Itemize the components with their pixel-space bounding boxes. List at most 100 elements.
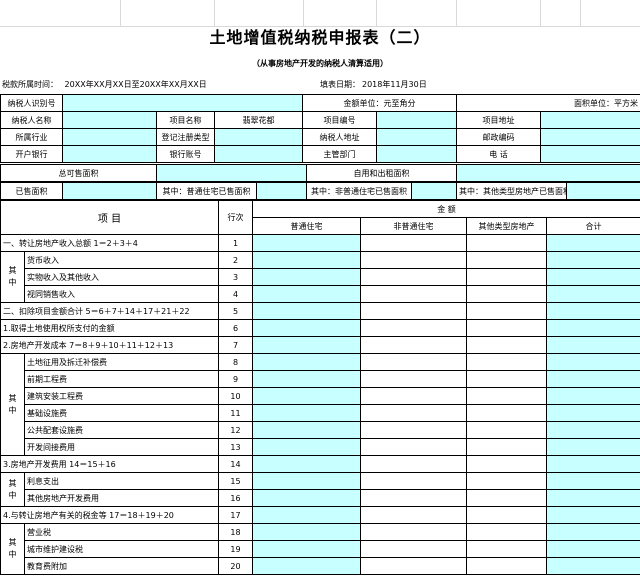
bank-input[interactable] <box>62 145 157 163</box>
total-amount-cell[interactable] <box>545 523 640 541</box>
ordinary-amount-cell[interactable] <box>252 489 361 507</box>
phone-input[interactable] <box>540 145 640 163</box>
non-ordinary-amount-cell[interactable] <box>360 438 467 456</box>
non-ordinary-amount-cell[interactable] <box>360 404 467 422</box>
total-amount-cell[interactable] <box>545 506 640 524</box>
other-amount-cell[interactable] <box>466 421 547 439</box>
non-ordinary-amount-cell[interactable] <box>360 251 467 269</box>
other-amount-cell[interactable] <box>466 285 547 303</box>
ordinary-amount-cell[interactable] <box>252 336 361 354</box>
total-amount-cell[interactable] <box>545 540 640 558</box>
non-ordinary-amount-cell[interactable] <box>360 455 467 473</box>
total-amount-cell[interactable] <box>545 319 640 337</box>
project-no-input[interactable] <box>376 111 458 129</box>
other-amount-cell[interactable] <box>466 540 547 558</box>
other-amount-cell[interactable] <box>466 353 547 371</box>
ordinary-sold-input[interactable] <box>256 182 307 200</box>
total-amount-cell[interactable] <box>545 455 640 473</box>
ordinary-amount-cell[interactable] <box>252 455 361 473</box>
ordinary-amount-cell[interactable] <box>252 557 361 575</box>
non-ordinary-amount-cell[interactable] <box>360 319 467 337</box>
non-ordinary-amount-cell[interactable] <box>360 234 467 252</box>
ordinary-amount-cell[interactable] <box>252 506 361 524</box>
period-value[interactable]: 20XX年XX月XX日至20XX年XX月XX日 <box>65 80 207 89</box>
total-amount-cell[interactable] <box>545 285 640 303</box>
non-ordinary-amount-cell[interactable] <box>360 540 467 558</box>
non-ordinary-amount-cell[interactable] <box>360 506 467 524</box>
total-amount-cell[interactable] <box>545 336 640 354</box>
non-ordinary-amount-cell[interactable] <box>360 353 467 371</box>
non-ordinary-sold-input[interactable] <box>411 182 457 200</box>
non-ordinary-amount-cell[interactable] <box>360 557 467 575</box>
other-amount-cell[interactable] <box>466 336 547 354</box>
total-amount-cell[interactable] <box>545 421 640 439</box>
self-used-area-input[interactable] <box>456 164 640 182</box>
total-amount-cell[interactable] <box>545 472 640 490</box>
ordinary-amount-cell[interactable] <box>252 404 361 422</box>
fill-date-value[interactable]: 2018年11月30日 <box>362 79 427 90</box>
other-amount-cell[interactable] <box>466 404 547 422</box>
account-input[interactable] <box>213 145 304 163</box>
non-ordinary-amount-cell[interactable] <box>360 387 467 405</box>
total-amount-cell[interactable] <box>545 438 640 456</box>
total-amount-cell[interactable] <box>545 302 640 320</box>
total-amount-cell[interactable] <box>545 404 640 422</box>
project-name-value[interactable]: 翡翠花都 <box>213 111 304 129</box>
department-input[interactable] <box>376 145 458 163</box>
other-amount-cell[interactable] <box>466 523 547 541</box>
other-amount-cell[interactable] <box>466 370 547 388</box>
other-amount-cell[interactable] <box>466 251 547 269</box>
non-ordinary-amount-cell[interactable] <box>360 370 467 388</box>
ordinary-amount-cell[interactable] <box>252 353 361 371</box>
ordinary-amount-cell[interactable] <box>252 319 361 337</box>
non-ordinary-amount-cell[interactable] <box>360 268 467 286</box>
non-ordinary-amount-cell[interactable] <box>360 523 467 541</box>
ordinary-amount-cell[interactable] <box>252 472 361 490</box>
other-amount-cell[interactable] <box>466 557 547 575</box>
ordinary-amount-cell[interactable] <box>252 387 361 405</box>
industry-input[interactable] <box>62 128 157 146</box>
other-sold-input[interactable] <box>566 182 640 200</box>
other-amount-cell[interactable] <box>466 489 547 507</box>
ordinary-amount-cell[interactable] <box>252 234 361 252</box>
ordinary-amount-cell[interactable] <box>252 285 361 303</box>
total-amount-cell[interactable] <box>545 251 640 269</box>
non-ordinary-amount-cell[interactable] <box>360 421 467 439</box>
non-ordinary-amount-cell[interactable] <box>360 302 467 320</box>
other-amount-cell[interactable] <box>466 319 547 337</box>
ordinary-amount-cell[interactable] <box>252 523 361 541</box>
other-amount-cell[interactable] <box>466 387 547 405</box>
ordinary-amount-cell[interactable] <box>252 438 361 456</box>
total-amount-cell[interactable] <box>545 370 640 388</box>
non-ordinary-amount-cell[interactable] <box>360 472 467 490</box>
total-amount-cell[interactable] <box>545 387 640 405</box>
non-ordinary-amount-cell[interactable] <box>360 336 467 354</box>
ordinary-amount-cell[interactable] <box>252 302 361 320</box>
non-ordinary-amount-cell[interactable] <box>360 285 467 303</box>
total-amount-cell[interactable] <box>545 489 640 507</box>
ordinary-amount-cell[interactable] <box>252 251 361 269</box>
registration-type-input[interactable] <box>213 128 304 146</box>
total-saleable-area-input[interactable] <box>156 164 307 182</box>
ordinary-amount-cell[interactable] <box>252 421 361 439</box>
total-amount-cell[interactable] <box>545 557 640 575</box>
ordinary-amount-cell[interactable] <box>252 540 361 558</box>
taxpayer-id-input[interactable] <box>61 94 304 112</box>
taxpayer-address-input[interactable] <box>376 128 458 146</box>
taxpayer-name-input[interactable] <box>62 111 157 129</box>
ordinary-amount-cell[interactable] <box>252 268 361 286</box>
total-amount-cell[interactable] <box>545 353 640 371</box>
postcode-input[interactable] <box>540 128 640 146</box>
total-amount-cell[interactable] <box>545 234 640 252</box>
other-amount-cell[interactable] <box>466 302 547 320</box>
total-amount-cell[interactable] <box>545 268 640 286</box>
project-address-input[interactable] <box>540 111 640 129</box>
other-amount-cell[interactable] <box>466 268 547 286</box>
ordinary-amount-cell[interactable] <box>252 370 361 388</box>
other-amount-cell[interactable] <box>466 455 547 473</box>
other-amount-cell[interactable] <box>466 438 547 456</box>
sold-area-input[interactable] <box>62 182 157 200</box>
other-amount-cell[interactable] <box>466 472 547 490</box>
other-amount-cell[interactable] <box>466 234 547 252</box>
other-amount-cell[interactable] <box>466 506 547 524</box>
